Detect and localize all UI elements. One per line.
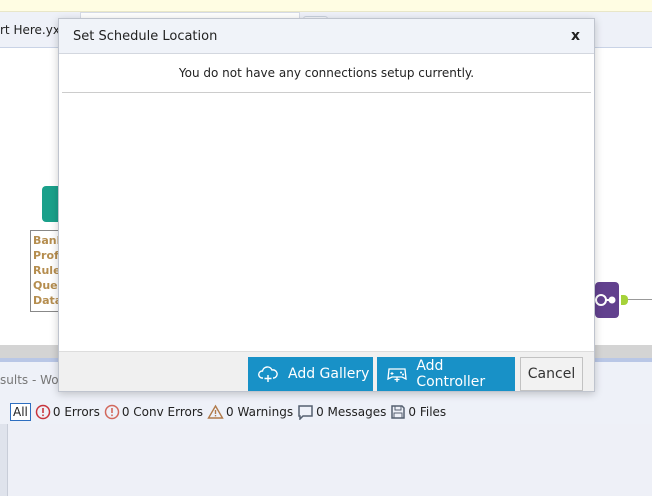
- dialog-message: You do not have any connections setup cu…: [62, 54, 591, 93]
- filter-label: 0 Warnings: [226, 405, 294, 419]
- filter-conv-errors-button[interactable]: 0 Conv Errors: [104, 404, 203, 420]
- connections-list: [62, 93, 591, 351]
- join-tool-icon[interactable]: [595, 282, 619, 318]
- filter-messages-button[interactable]: 0 Messages: [297, 404, 386, 420]
- filter-label: 0 Messages: [316, 405, 387, 419]
- error-icon: [35, 404, 51, 420]
- filter-all-button[interactable]: All: [10, 403, 31, 421]
- connection-wire: [628, 299, 652, 300]
- filter-label: 0 Files: [408, 405, 447, 419]
- filter-label: 0 Conv Errors: [121, 405, 204, 419]
- filter-warnings-button[interactable]: 0 Warnings: [207, 404, 293, 420]
- file-icon: [391, 405, 406, 419]
- dialog-footer: Add Gallery Add Controller Cancel: [59, 351, 594, 391]
- controller-add-icon: [377, 365, 416, 383]
- filter-label: 0 Errors: [52, 405, 100, 419]
- add-gallery-button[interactable]: Add Gallery: [248, 357, 373, 391]
- dialog-title: Set Schedule Location: [73, 29, 218, 44]
- cloud-add-icon: [248, 365, 288, 383]
- filter-files-button[interactable]: 0 Files: [390, 404, 446, 420]
- filter-label: All: [13, 405, 28, 419]
- button-label: Add Controller: [416, 358, 486, 390]
- results-toolbar: All 0 Errors 0 Conv Errors 0 Warnings 0 …: [0, 400, 652, 424]
- conv-error-icon: [104, 404, 120, 420]
- filter-errors-button[interactable]: 0 Errors: [35, 404, 100, 420]
- set-schedule-location-dialog: Set Schedule Location x You do not have …: [58, 18, 595, 392]
- button-label: Add Gallery: [288, 366, 370, 382]
- output-anchor[interactable]: [621, 295, 628, 305]
- notification-bar: [0, 0, 652, 12]
- close-button[interactable]: x: [571, 19, 580, 54]
- add-controller-button[interactable]: Add Controller: [377, 357, 515, 391]
- cancel-button[interactable]: Cancel: [520, 357, 583, 391]
- dialog-titlebar: Set Schedule Location: [59, 19, 594, 54]
- message-icon: [298, 405, 313, 420]
- warning-icon: [207, 404, 224, 419]
- results-pane: [0, 424, 652, 496]
